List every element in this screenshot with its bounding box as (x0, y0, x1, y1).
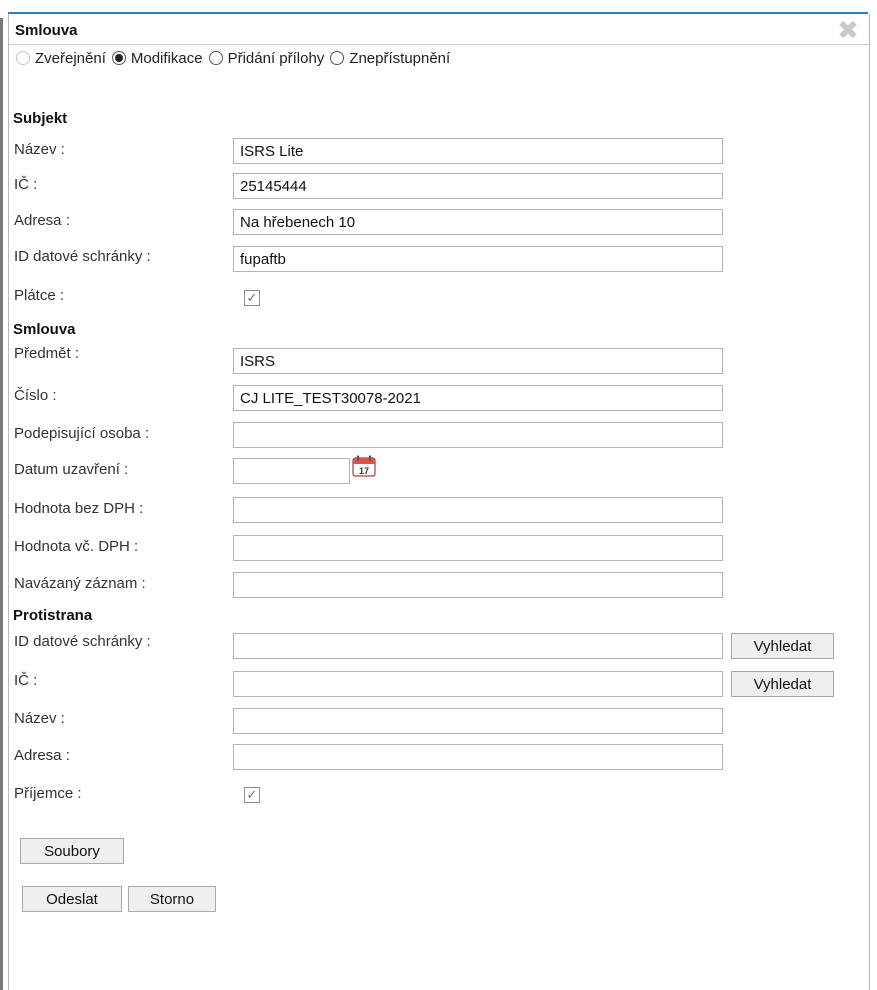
left-edge (0, 18, 3, 990)
protistrana-ds-label: ID datové schránky : (14, 633, 151, 650)
calendar-day-text: 17 (359, 466, 369, 476)
protistrana-ic-label: IČ : (14, 672, 38, 689)
radio-modifikace-label: Modifikace (130, 49, 203, 67)
search-ds-button[interactable]: Vyhledat (731, 633, 834, 659)
protistrana-nazev-field[interactable] (233, 708, 723, 734)
subjekt-ic-field[interactable]: 25145444 (233, 173, 723, 199)
protistrana-nazev-label: Název : (14, 710, 65, 727)
protistrana-ds-field[interactable] (233, 633, 723, 659)
protistrana-adresa-label: Adresa : (14, 747, 70, 764)
datum-uzavreni-label: Datum uzavření : (14, 461, 129, 478)
cislo-field[interactable]: CJ LITE_TEST30078-2021 (233, 385, 723, 411)
radio-znepristupneni-icon[interactable] (330, 51, 345, 65)
dialog-title: Smlouva (15, 22, 78, 39)
radio-zverejneni[interactable]: Zveřejnění (16, 50, 106, 67)
predmet-field[interactable]: ISRS (233, 348, 723, 374)
hodnota-bez-dph-label: Hodnota bez DPH : (14, 500, 144, 517)
subjekt-nazev-label: Název : (14, 141, 65, 158)
prijemce-checkbox[interactable]: ✓ (244, 787, 260, 803)
dialog-titlebar: Smlouva ✖ (9, 14, 869, 45)
mode-radio-group: Zveřejnění Modifikace Přidání přílohy Zn… (16, 48, 456, 68)
radio-znepristupneni-label: Znepřístupnění (349, 49, 451, 67)
hodnota-bez-dph-field[interactable] (233, 497, 723, 523)
platce-label: Plátce : (14, 287, 65, 304)
section-subjekt: Subjekt (13, 110, 68, 127)
radio-zverejneni-label: Zveřejnění (35, 49, 106, 67)
subjekt-adresa-field[interactable]: Na hřebenech 10 (233, 209, 723, 235)
predmet-label: Předmět : (14, 345, 80, 362)
radio-znepristupneni[interactable]: Znepřístupnění (330, 50, 450, 67)
navazany-zaznam-field[interactable] (233, 572, 723, 598)
calendar-icon[interactable]: 17 (352, 455, 376, 477)
top-strip (0, 0, 877, 14)
subjekt-adresa-label: Adresa : (14, 212, 70, 229)
radio-zverejneni-icon[interactable] (16, 51, 30, 65)
radio-pridani-prilohy-icon[interactable] (208, 51, 223, 65)
section-protistrana: Protistrana (13, 607, 93, 624)
subjekt-nazev-field[interactable]: ISRS Lite (233, 138, 723, 164)
protistrana-ic-field[interactable] (233, 671, 723, 697)
subjekt-ds-field[interactable]: fupaftb (233, 246, 723, 272)
section-smlouva: Smlouva (13, 321, 76, 338)
radio-modifikace[interactable]: Modifikace (111, 49, 203, 67)
storno-button[interactable]: Storno (128, 886, 216, 912)
hodnota-vc-dph-field[interactable] (233, 535, 723, 561)
odeslat-button[interactable]: Odeslat (22, 886, 122, 912)
search-ic-button[interactable]: Vyhledat (731, 671, 834, 697)
platce-checkbox[interactable]: ✓ (244, 290, 260, 306)
prijemce-label: Příjemce : (14, 785, 82, 802)
radio-modifikace-icon[interactable] (111, 51, 126, 65)
radio-pridani-prilohy-label: Přidání přílohy (227, 49, 325, 67)
subjekt-ds-label: ID datové schránky : (14, 248, 151, 265)
radio-pridani-prilohy[interactable]: Přidání přílohy (208, 49, 325, 67)
close-icon[interactable]: ✖ (837, 17, 859, 43)
cislo-label: Číslo : (14, 387, 57, 404)
navazany-zaznam-label: Navázaný záznam : (14, 575, 146, 592)
soubory-button[interactable]: Soubory (20, 838, 124, 864)
protistrana-adresa-field[interactable] (233, 744, 723, 770)
subjekt-ic-label: IČ : (14, 176, 38, 193)
podepisujici-osoba-field[interactable] (233, 422, 723, 448)
hodnota-vc-dph-label: Hodnota vč. DPH : (14, 538, 139, 555)
podepisujici-osoba-label: Podepisující osoba : (14, 425, 150, 442)
datum-uzavreni-field[interactable] (233, 458, 350, 484)
